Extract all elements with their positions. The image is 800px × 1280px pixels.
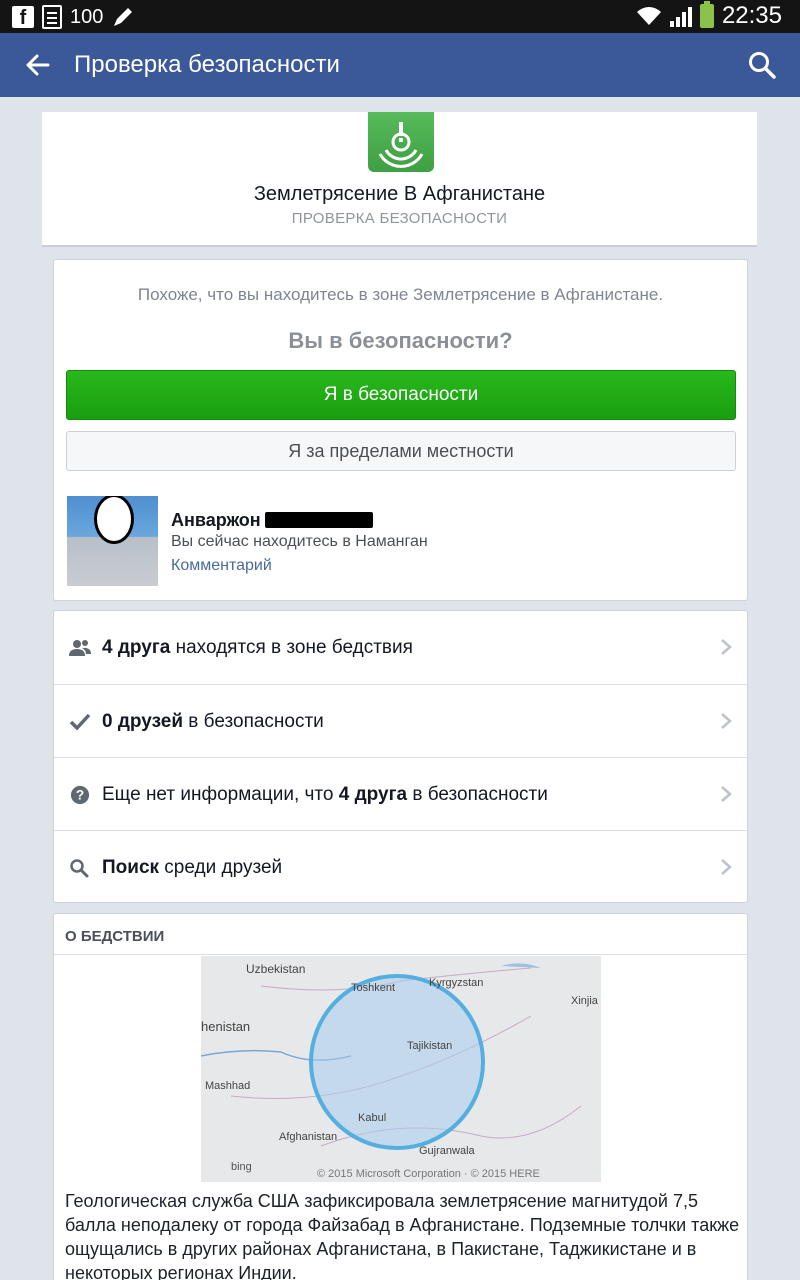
friends-safe-row[interactable]: 0 друзей в безопасности (54, 684, 747, 757)
redacted-surname (264, 512, 373, 528)
search-friends-row[interactable]: Поиск среди друзей (54, 830, 747, 903)
question-icon: ? (70, 785, 90, 805)
event-header: Землетрясение В Афганистане ПРОВЕРКА БЕЗ… (42, 112, 757, 247)
user-name[interactable]: Анваржон (171, 510, 373, 531)
row-label: Еще нет информации, что 4 друга в безопа… (102, 784, 548, 805)
checkmark-icon (69, 713, 91, 731)
battery-percent: 100 (70, 5, 104, 28)
user-location: Вы сейчас находитесь в Наманган (171, 533, 428, 550)
chevron-right-icon (721, 786, 732, 802)
status-right: 22:35 (636, 1, 782, 30)
row-label: Поиск среди друзей (102, 857, 283, 878)
friends-in-zone-row[interactable]: 4 друга находятся в зоне бедствия (54, 611, 747, 684)
user-first-name: Анваржон (171, 510, 261, 530)
app-bar: Проверка безопасности (0, 33, 800, 97)
status-left: f 100 (12, 4, 135, 30)
avatar[interactable] (67, 496, 158, 586)
safety-check-icon (368, 112, 434, 172)
chevron-right-icon (721, 639, 732, 655)
event-subtitle: ПРОВЕРКА БЕЗОПАСНОСТИ (291, 210, 508, 227)
wifi-icon (636, 7, 661, 25)
battery-icon (699, 1, 714, 28)
about-disaster-card: О БЕДСТВИИ Uzbekistan Kyrgyzstan Toshken… (53, 913, 748, 1280)
facebook-notification-icon: f (12, 6, 34, 29)
signal-icon (669, 5, 692, 27)
map-label-kyrgyzstan: Kyrgyzstan (429, 977, 483, 989)
friends-icon (69, 640, 91, 656)
document-notification-icon (42, 5, 62, 29)
im-safe-button[interactable]: Я в безопасности (66, 370, 736, 420)
status-bar: f 100 22:35 (0, 0, 800, 33)
map-label-kabul: Kabul (358, 1112, 386, 1124)
row-label: 4 друга находятся в зоне бедствия (102, 637, 413, 658)
event-title: Землетрясение В Афганистане (253, 183, 546, 205)
zone-message: Похоже, что вы находитесь в зоне Землетр… (137, 285, 664, 304)
disaster-map[interactable]: Uzbekistan Kyrgyzstan Toshkent Xinjia he… (201, 956, 601, 1182)
map-label-tajikistan: Tajikistan (407, 1040, 452, 1052)
svg-text:?: ? (76, 788, 84, 803)
avatar-face-mask (94, 496, 134, 544)
chevron-right-icon (721, 859, 732, 875)
map-label-xinjiang: Xinjia (571, 995, 599, 1007)
map-label-gujranwala: Gujranwala (419, 1145, 476, 1157)
search-icon (70, 859, 89, 878)
friends-unknown-row[interactable]: ? Еще нет информации, что 4 друга в безо… (54, 757, 747, 830)
page-title: Проверка безопасности (74, 51, 340, 78)
clock: 22:35 (721, 2, 782, 29)
map-label-uzbekistan: Uzbekistan (246, 962, 305, 976)
map-copyright: © 2015 Microsoft Corporation · © 2015 HE… (317, 1168, 540, 1180)
map-label-turkmenistan: henistan (201, 1019, 250, 1034)
comment-link[interactable]: Комментарий (171, 557, 272, 575)
chevron-right-icon (721, 713, 732, 729)
safety-check-card: Похоже, что вы находитесь в зоне Землетр… (53, 259, 748, 601)
back-arrow-icon[interactable] (22, 49, 54, 81)
safety-question: Вы в безопасности? (288, 328, 513, 353)
pencil-icon (114, 8, 133, 26)
friends-status-card: 4 друга находятся в зоне бедствия 0 друз… (53, 610, 748, 903)
about-header: О БЕДСТВИИ (54, 914, 747, 955)
map-graphic: Uzbekistan Kyrgyzstan Toshkent Xinjia he… (201, 956, 601, 1182)
map-label-mashhad: Mashhad (205, 1080, 250, 1092)
disaster-description: Геологическая служба США зафиксировала з… (65, 1191, 740, 1280)
not-in-area-button[interactable]: Я за пределами местности (66, 431, 736, 471)
search-icon[interactable] (746, 49, 778, 81)
about-title: О БЕДСТВИИ (65, 928, 165, 945)
map-label-toshkent: Toshkent (351, 982, 395, 994)
row-label: 0 друзей в безопасности (102, 711, 324, 732)
bing-logo: bing (231, 1161, 252, 1173)
map-label-afghanistan: Afghanistan (279, 1131, 337, 1143)
